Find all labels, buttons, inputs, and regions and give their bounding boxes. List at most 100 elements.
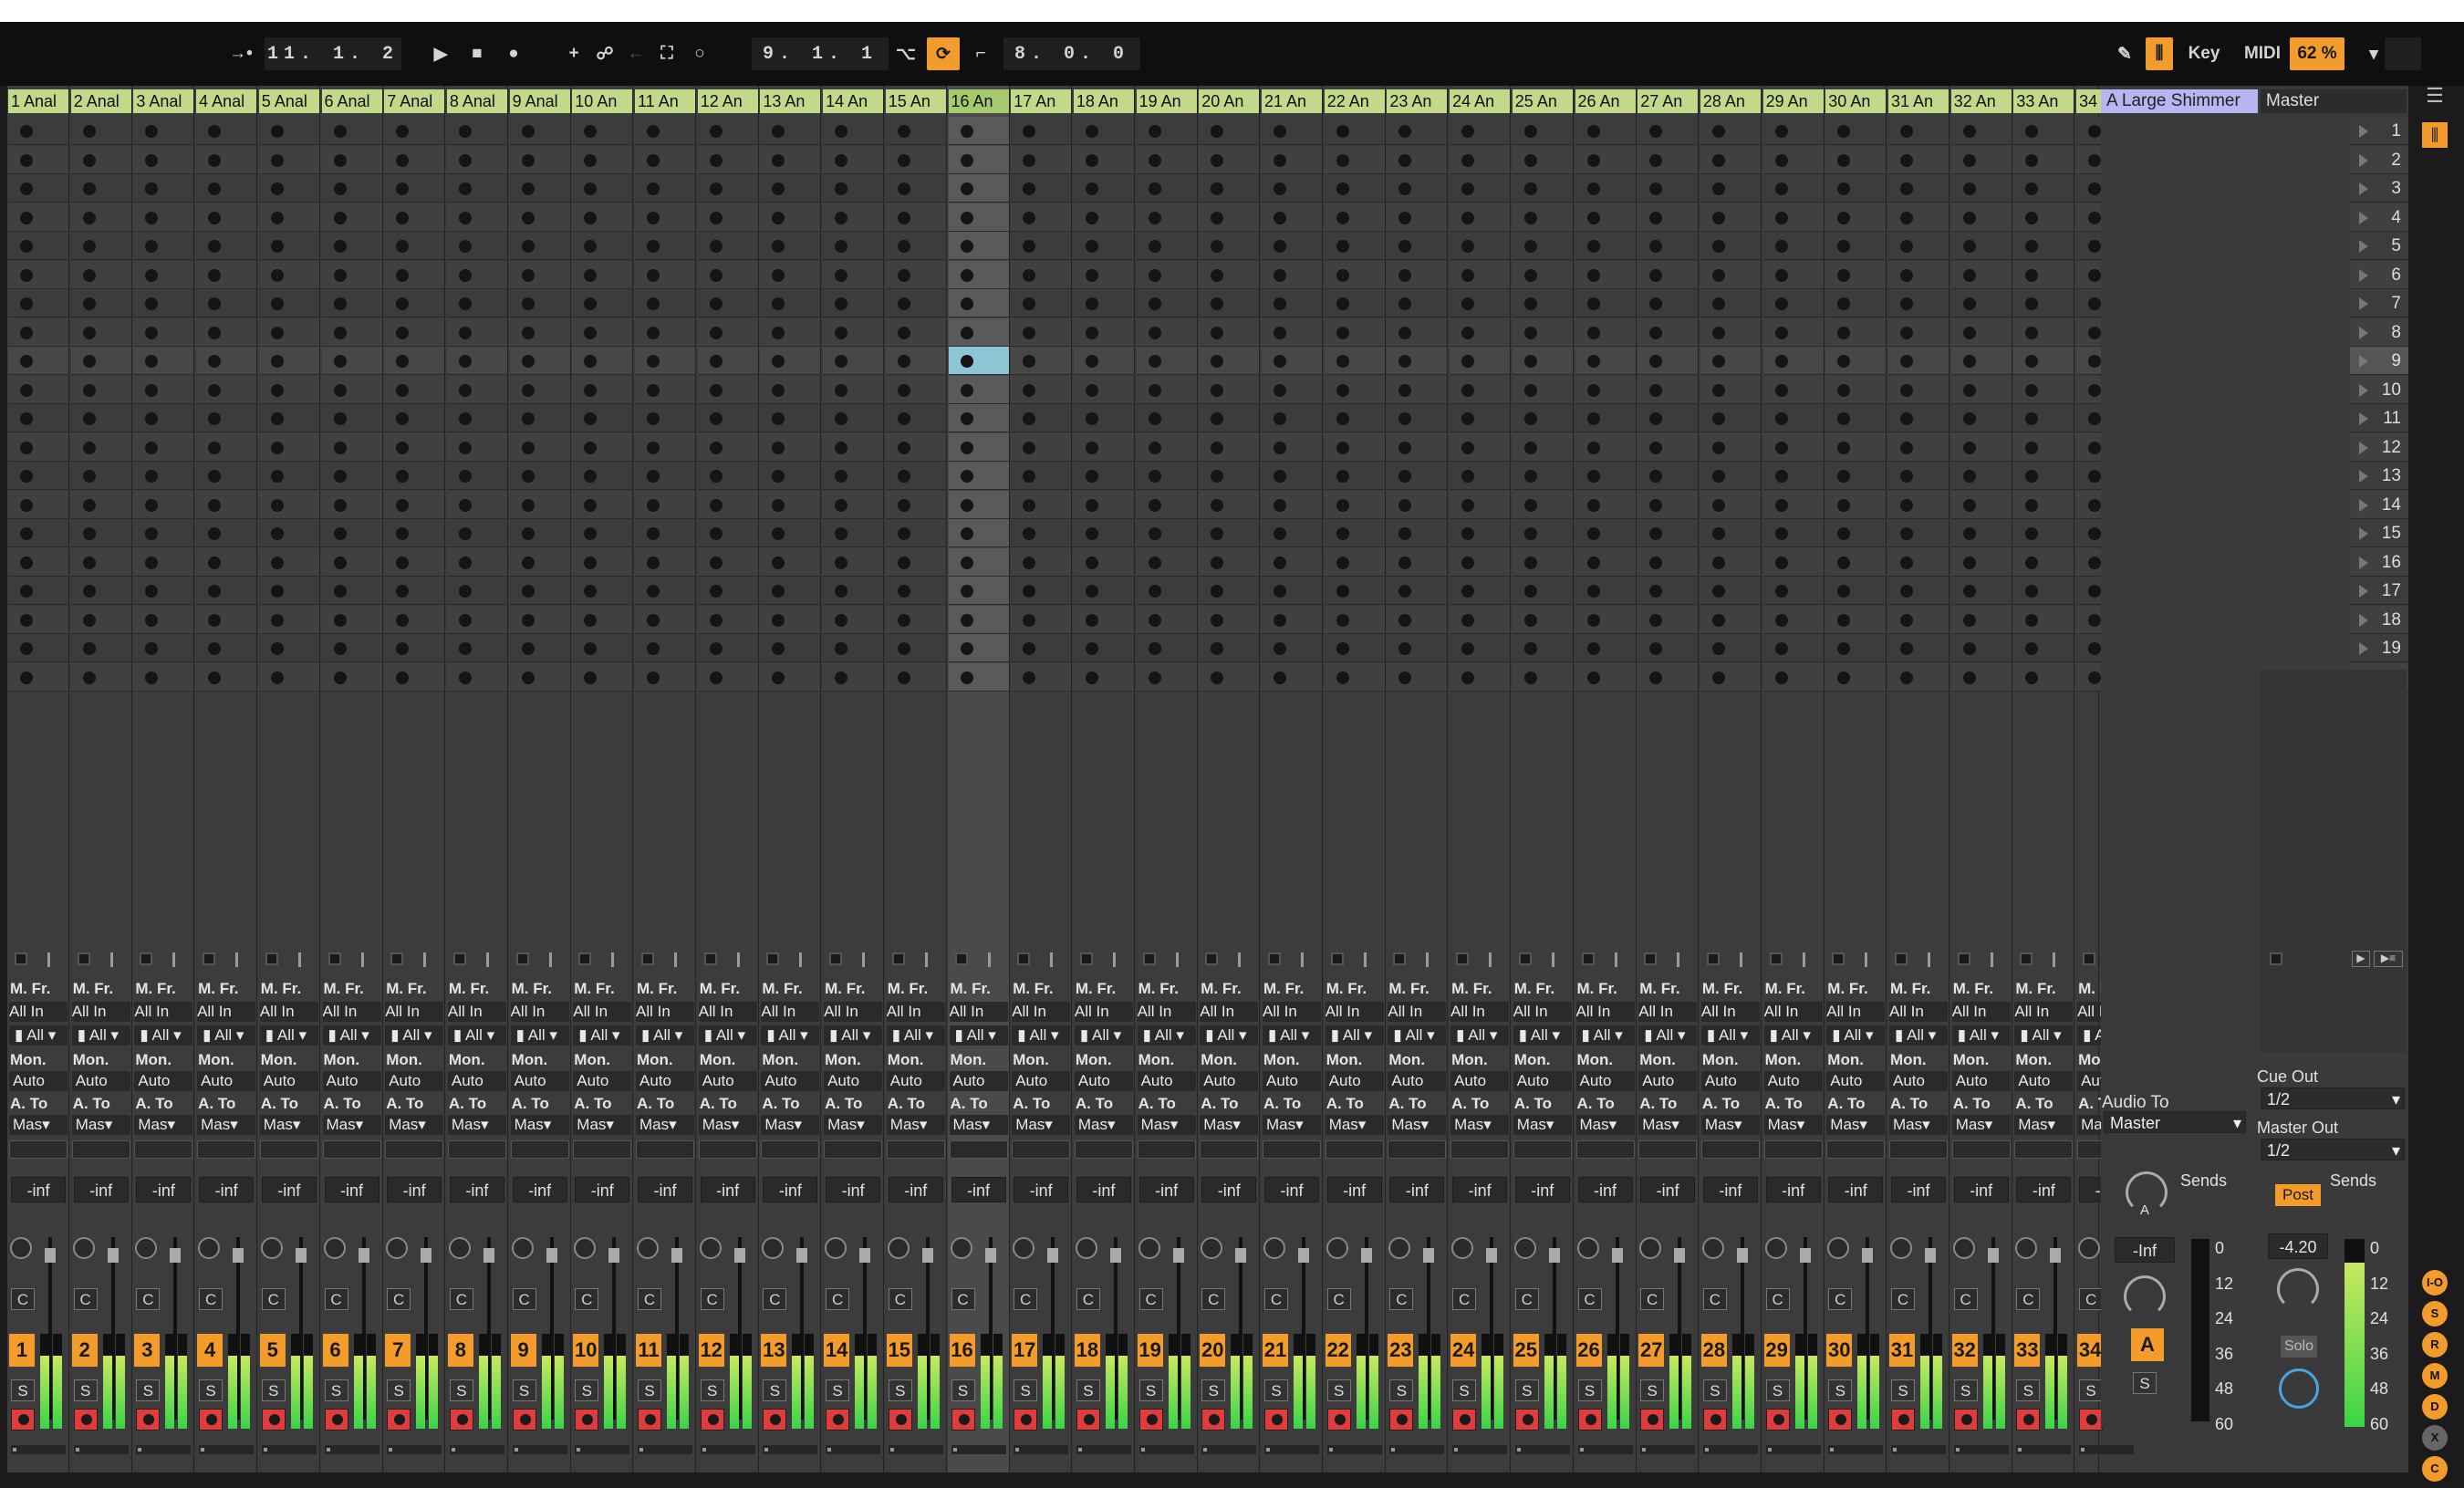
- clip-stop-icon[interactable]: [2088, 527, 2102, 540]
- clip-stop-icon[interactable]: [1274, 642, 1286, 655]
- monitor-select[interactable]: Auto: [1638, 1071, 1698, 1091]
- output-channel-box[interactable]: [1012, 1140, 1071, 1159]
- clip-stop-icon[interactable]: [1774, 240, 1788, 253]
- clip-stop-icon[interactable]: [835, 498, 848, 512]
- clip-stop-icon[interactable]: [960, 671, 973, 684]
- clip-slot[interactable]: [258, 203, 319, 232]
- track-activator[interactable]: 27: [1638, 1334, 1665, 1367]
- crossfade-assign[interactable]: [1765, 1445, 1821, 1454]
- solo-button[interactable]: S: [1014, 1379, 1038, 1401]
- output-channel-box[interactable]: [1575, 1140, 1635, 1159]
- clip-stop-icon[interactable]: [396, 556, 410, 569]
- clip-slot[interactable]: [1011, 462, 1072, 490]
- clip-slot[interactable]: [823, 145, 884, 174]
- track-activator[interactable]: 5: [259, 1334, 286, 1367]
- scene-launch[interactable]: 10: [2350, 375, 2408, 404]
- clip-slot[interactable]: [2013, 662, 2074, 692]
- clip-slot[interactable]: [697, 145, 758, 174]
- clip-slot[interactable]: [885, 605, 946, 634]
- clip-slot[interactable]: [1825, 260, 1887, 289]
- clip-stop-icon[interactable]: [1085, 441, 1098, 454]
- crossfade-assign[interactable]: [1389, 1445, 1445, 1454]
- clip-slot[interactable]: [1199, 605, 1260, 634]
- crossfade-assign[interactable]: [575, 1445, 630, 1454]
- track-header[interactable]: 29 An: [1762, 89, 1824, 113]
- clip-stop-icon[interactable]: [82, 498, 96, 512]
- clip-stop-icon[interactable]: [208, 642, 222, 655]
- input-type-select[interactable]: M. Fr.: [135, 980, 175, 998]
- clip-slot[interactable]: [572, 145, 633, 174]
- clip-stop-icon[interactable]: [333, 613, 347, 627]
- clip-stop-icon[interactable]: [647, 125, 660, 138]
- output-select[interactable]: Mas▾: [2014, 1115, 2074, 1135]
- track-activator[interactable]: 26: [1575, 1334, 1602, 1367]
- clip-stop-icon[interactable]: [835, 383, 848, 397]
- clip-stop-icon[interactable]: [1962, 297, 1976, 310]
- cue-out-select[interactable]: 1/2 ▾: [2261, 1087, 2405, 1109]
- clip-slot[interactable]: [760, 490, 821, 519]
- clip-stop-icon[interactable]: [584, 556, 598, 569]
- master-out-select[interactable]: 1/2 ▾: [2261, 1139, 2405, 1160]
- track-volume[interactable]: -inf: [11, 1177, 66, 1202]
- clip-stop-icon[interactable]: [1398, 268, 1412, 282]
- scene-play-icon[interactable]: [2359, 240, 2368, 253]
- clip-stop-icon[interactable]: [1711, 182, 1725, 195]
- solo-button[interactable]: S: [763, 1379, 787, 1401]
- track-volume[interactable]: -inf: [136, 1177, 192, 1202]
- clip-stop-icon[interactable]: [458, 527, 472, 540]
- side-toggle-r[interactable]: R: [2422, 1332, 2448, 1358]
- solo-button[interactable]: S: [261, 1379, 286, 1401]
- clip-slot[interactable]: [1700, 634, 1761, 662]
- clip-stop-icon[interactable]: [1148, 556, 1161, 569]
- clip-slot[interactable]: [1073, 317, 1134, 347]
- clip-stop-icon[interactable]: [1586, 527, 1600, 540]
- clip-stop-icon[interactable]: [458, 556, 472, 569]
- monitor-channel-select[interactable]: ▮ All ▾: [761, 1025, 820, 1046]
- clip-slot[interactable]: [133, 605, 194, 634]
- clip-slot[interactable]: [1825, 662, 1887, 692]
- clip-slot[interactable]: [1762, 462, 1824, 490]
- track-header[interactable]: 27 An: [1637, 89, 1699, 113]
- clip-stop-icon[interactable]: [1336, 470, 1349, 483]
- cue-button[interactable]: C: [1765, 1288, 1790, 1310]
- clip-stop-icon[interactable]: [897, 182, 910, 195]
- output-channel-box[interactable]: [1263, 1140, 1321, 1159]
- clip-slot[interactable]: [1888, 490, 1949, 519]
- clip-stop-icon[interactable]: [960, 125, 973, 138]
- clip-stop-icon[interactable]: [1774, 153, 1788, 167]
- clip-stop-icon[interactable]: [1461, 671, 1475, 684]
- clip-slot[interactable]: [948, 317, 1009, 347]
- track-header[interactable]: 3 Anal: [133, 89, 194, 113]
- clip-stop-icon[interactable]: [835, 441, 848, 454]
- clip-slot[interactable]: [1199, 317, 1260, 347]
- arm-button[interactable]: [1577, 1409, 1602, 1431]
- output-select[interactable]: Mas▾: [322, 1115, 381, 1135]
- crossfade-assign[interactable]: [826, 1445, 881, 1454]
- clip-stop-icon[interactable]: [584, 470, 598, 483]
- clip-stop-icon[interactable]: [2025, 182, 2039, 195]
- clip-slot[interactable]: [1450, 462, 1511, 490]
- scene-play-icon[interactable]: [2359, 556, 2368, 569]
- clip-slot[interactable]: [885, 662, 946, 692]
- clip-slot[interactable]: [823, 203, 884, 232]
- clip-stop-icon[interactable]: [333, 125, 347, 138]
- record-button[interactable]: ●: [498, 37, 529, 70]
- clip-slot[interactable]: [948, 347, 1009, 375]
- clip-slot[interactable]: [2013, 347, 2074, 375]
- clip-stop-icon[interactable]: [1962, 441, 1976, 454]
- clip-slot[interactable]: [1950, 203, 2012, 232]
- clip-stop-icon[interactable]: [1274, 470, 1286, 483]
- clip-stop-icon[interactable]: [1586, 585, 1600, 598]
- computer-keyboard-icon[interactable]: ⫼: [2146, 37, 2173, 70]
- clip-slot[interactable]: [2013, 232, 2074, 260]
- clip-stop-icon[interactable]: [20, 585, 33, 598]
- clip-stop-icon[interactable]: [333, 441, 347, 454]
- return-volume[interactable]: -Inf: [2115, 1237, 2175, 1263]
- clip-slot[interactable]: [1888, 260, 1949, 289]
- clip-stop-icon[interactable]: [145, 182, 159, 195]
- clip-slot[interactable]: [1073, 432, 1134, 462]
- clip-slot[interactable]: [1762, 490, 1824, 519]
- clip-stop-icon[interactable]: [145, 240, 159, 253]
- clip-stop-icon[interactable]: [709, 642, 723, 655]
- clip-slot[interactable]: [133, 462, 194, 490]
